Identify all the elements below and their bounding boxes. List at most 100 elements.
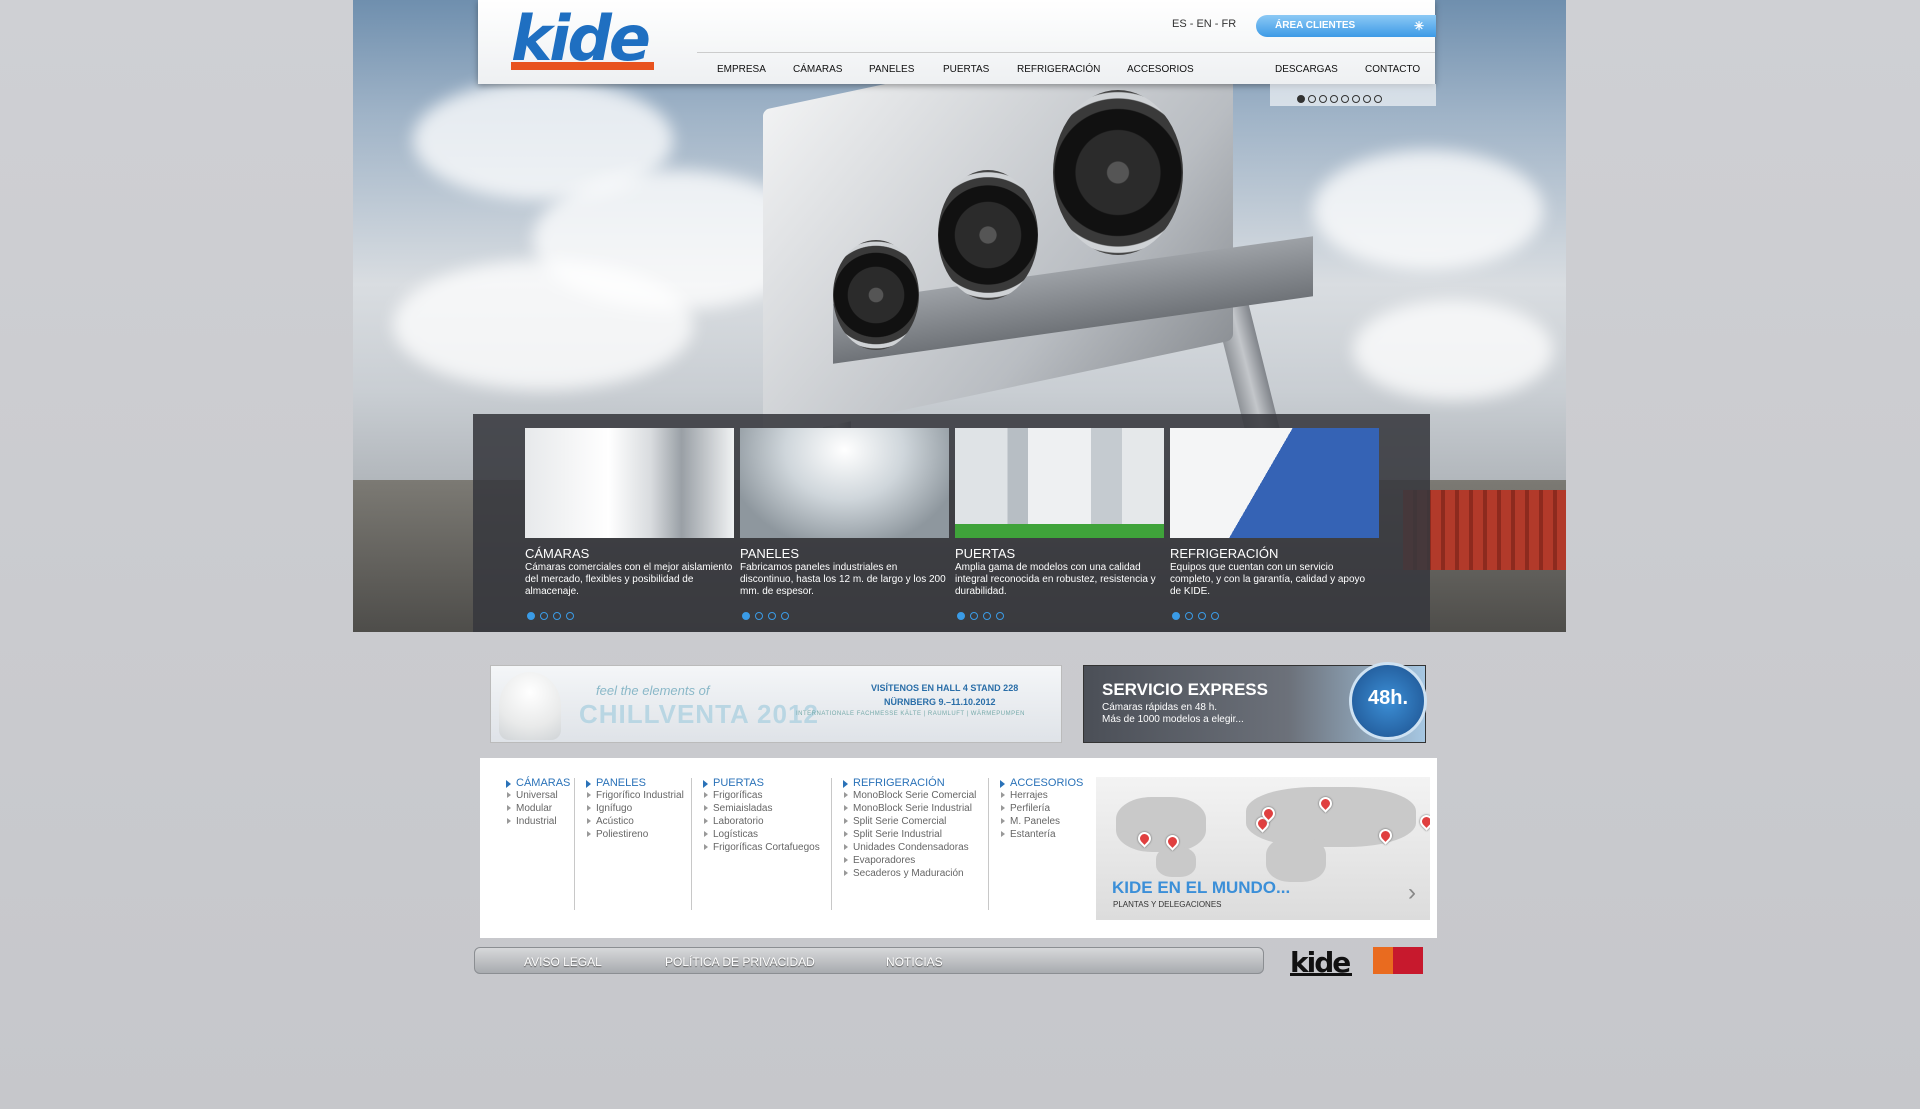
column-divider [574, 778, 575, 910]
nav-camaras[interactable]: CÁMARAS [793, 64, 842, 75]
card-slider-dot[interactable] [1172, 612, 1180, 620]
slider-dot[interactable] [1330, 95, 1338, 103]
card-slider-dot[interactable] [970, 612, 978, 620]
links-item[interactable]: Secaderos y Maduración [841, 867, 976, 880]
nav-empresa[interactable]: EMPRESA [717, 64, 766, 75]
links-column-heading[interactable]: CÁMARAS [504, 777, 570, 789]
camaras-image [525, 428, 734, 538]
card-puertas[interactable]: PUERTAS Amplia gama de modelos con una c… [955, 428, 1164, 620]
slider-dot[interactable] [1308, 95, 1316, 103]
card-slider-dot[interactable] [566, 612, 574, 620]
links-item[interactable]: Poliestireno [584, 828, 684, 841]
links-column-heading[interactable]: PUERTAS [701, 777, 820, 789]
slider-dot[interactable] [1341, 95, 1349, 103]
links-item[interactable]: Evaporadores [841, 854, 976, 867]
continent-shape [1116, 797, 1206, 852]
links-item[interactable]: Unidades Condensadoras [841, 841, 976, 854]
card-title: PANELES [740, 546, 800, 561]
chillventa-stand: VISÍTENOS EN HALL 4 STAND 228 [871, 683, 1019, 693]
card-slider-dot[interactable] [553, 612, 561, 620]
card-slider-dot[interactable] [768, 612, 776, 620]
card-description: Fabricamos paneles industriales en disco… [740, 562, 946, 597]
footer-aviso-legal[interactable]: AVISO LEGAL [524, 955, 602, 969]
main-nav: EMPRESA CÁMARAS PANELES PUERTAS REFRIGER… [697, 52, 1435, 85]
links-column-heading[interactable]: REFRIGERACIÓN [841, 777, 976, 789]
links-col-paneles: PANELES Frigorífico Industrial Ignífugo Acú… [584, 777, 684, 841]
card-slider-dot[interactable] [781, 612, 789, 620]
language-selector[interactable]: ES - EN - FR [1172, 18, 1236, 30]
footer-noticias[interactable]: NOTICIAS [886, 955, 943, 969]
paneles-image [740, 428, 949, 538]
card-slider-dot[interactable] [1185, 612, 1193, 620]
links-item[interactable]: Logísticas [701, 828, 820, 841]
slider-dot[interactable] [1319, 95, 1327, 103]
slider-dot[interactable] [1363, 95, 1371, 103]
links-item[interactable]: Acústico [584, 815, 684, 828]
links-item[interactable]: Estantería [998, 828, 1083, 841]
express-line-1: Cámaras rápidas en 48 h. [1102, 702, 1218, 713]
footer-privacidad[interactable]: POLÍTICA DE PRIVACIDAD [665, 955, 815, 969]
world-map-banner[interactable]: KIDE EN EL MUNDO... PLANTAS Y DELEGACION… [1096, 777, 1430, 920]
slider-dot[interactable] [1297, 95, 1305, 103]
links-item[interactable]: Split Serie Comercial [841, 815, 976, 828]
chevron-right-icon[interactable]: › [1408, 879, 1416, 907]
links-item[interactable]: M. Paneles [998, 815, 1083, 828]
nav-descargas[interactable]: DESCARGAS [1275, 64, 1338, 75]
links-col-puertas: PUERTAS Frigoríficas Semiaisladas Laborator… [701, 777, 820, 854]
sparkle-icon: ✳ [1413, 19, 1424, 33]
slider-dot[interactable] [1352, 95, 1360, 103]
links-item[interactable]: MonoBlock Serie Industrial [841, 802, 976, 815]
card-slider-dot[interactable] [957, 612, 965, 620]
nav-puertas[interactable]: PUERTAS [943, 64, 989, 75]
servicio-express-banner[interactable]: SERVICIO EXPRESS Cámaras rápidas en 48 h… [1083, 662, 1427, 743]
links-col-refrigeracion: REFRIGERACIÓN MonoBlock Serie Comercial Mo… [841, 777, 976, 880]
links-item[interactable]: Modular [504, 802, 570, 815]
links-col-camaras: CÁMARAS Universal Modular Industrial [504, 777, 570, 828]
card-slider-dot[interactable] [540, 612, 548, 620]
links-item[interactable]: Herrajes [998, 789, 1083, 802]
nav-paneles[interactable]: PANELES [869, 64, 914, 75]
card-slider-dot[interactable] [755, 612, 763, 620]
card-title: REFRIGERACIÓN [1170, 546, 1279, 561]
links-item[interactable]: Perfilería [998, 802, 1083, 815]
links-item[interactable]: Universal [504, 789, 570, 802]
card-paneles[interactable]: PANELES Fabricamos paneles industriales … [740, 428, 949, 620]
fan-graphic [833, 240, 919, 350]
card-pager [742, 607, 794, 625]
links-item[interactable]: Laboratorio [701, 815, 820, 828]
nav-refrigeracion[interactable]: REFRIGERACIÓN [1017, 64, 1100, 75]
links-item[interactable]: Ignífugo [584, 802, 684, 815]
card-description: Equipos que cuentan con un servicio comp… [1170, 562, 1366, 597]
express-line-2: Más de 1000 modelos a elegir... [1102, 714, 1244, 725]
nav-contacto[interactable]: CONTACTO [1365, 64, 1420, 75]
footer-bar: AVISO LEGAL POLÍTICA DE PRIVACIDAD NOTIC… [474, 947, 1264, 974]
links-item[interactable]: Semiaisladas [701, 802, 820, 815]
card-slider-dot[interactable] [996, 612, 1004, 620]
links-item[interactable]: Frigoríficas [701, 789, 820, 802]
links-column-heading[interactable]: ACCESORIOS [998, 777, 1083, 789]
card-slider-dot[interactable] [742, 612, 750, 620]
links-column-heading[interactable]: PANELES [584, 777, 684, 789]
kide-logo[interactable]: kide [511, 8, 651, 70]
slider-dot[interactable] [1374, 95, 1382, 103]
links-item[interactable]: Frigorífico Industrial [584, 789, 684, 802]
card-slider-dot[interactable] [527, 612, 535, 620]
chillventa-banner[interactable]: feel the elements of CHILLVENTA 2012 VIS… [490, 665, 1062, 743]
card-slider-dot[interactable] [983, 612, 991, 620]
card-refrigeracion[interactable]: REFRIGERACIÓN Equipos que cuentan con un… [1170, 428, 1379, 620]
links-item[interactable]: MonoBlock Serie Comercial [841, 789, 976, 802]
card-slider-dot[interactable] [1211, 612, 1219, 620]
card-title: CÁMARAS [525, 546, 590, 561]
product-links-panel: CÁMARAS Universal Modular Industrial PANELE… [480, 758, 1437, 938]
nav-accesorios[interactable]: ACCESORIOS [1127, 64, 1194, 75]
client-area-button[interactable]: ÁREA CLIENTES ✳ [1256, 15, 1436, 37]
links-item[interactable]: Frigoríficas Cortafuegos [701, 841, 820, 854]
links-item[interactable]: Industrial [504, 815, 570, 828]
certification-logo [1373, 947, 1423, 974]
card-camaras[interactable]: CÁMARAS Cámaras comerciales con el mejor… [525, 428, 734, 620]
chillventa-fair: INTERNATIONALE FACHMESSE KÄLTE | RAUMLUF… [796, 711, 1025, 717]
links-item[interactable]: Split Serie Industrial [841, 828, 976, 841]
card-slider-dot[interactable] [1198, 612, 1206, 620]
links-col-accesorios: ACCESORIOS Herrajes Perfilería M. Paneles Es… [998, 777, 1083, 841]
refrigeracion-image [1170, 428, 1379, 538]
